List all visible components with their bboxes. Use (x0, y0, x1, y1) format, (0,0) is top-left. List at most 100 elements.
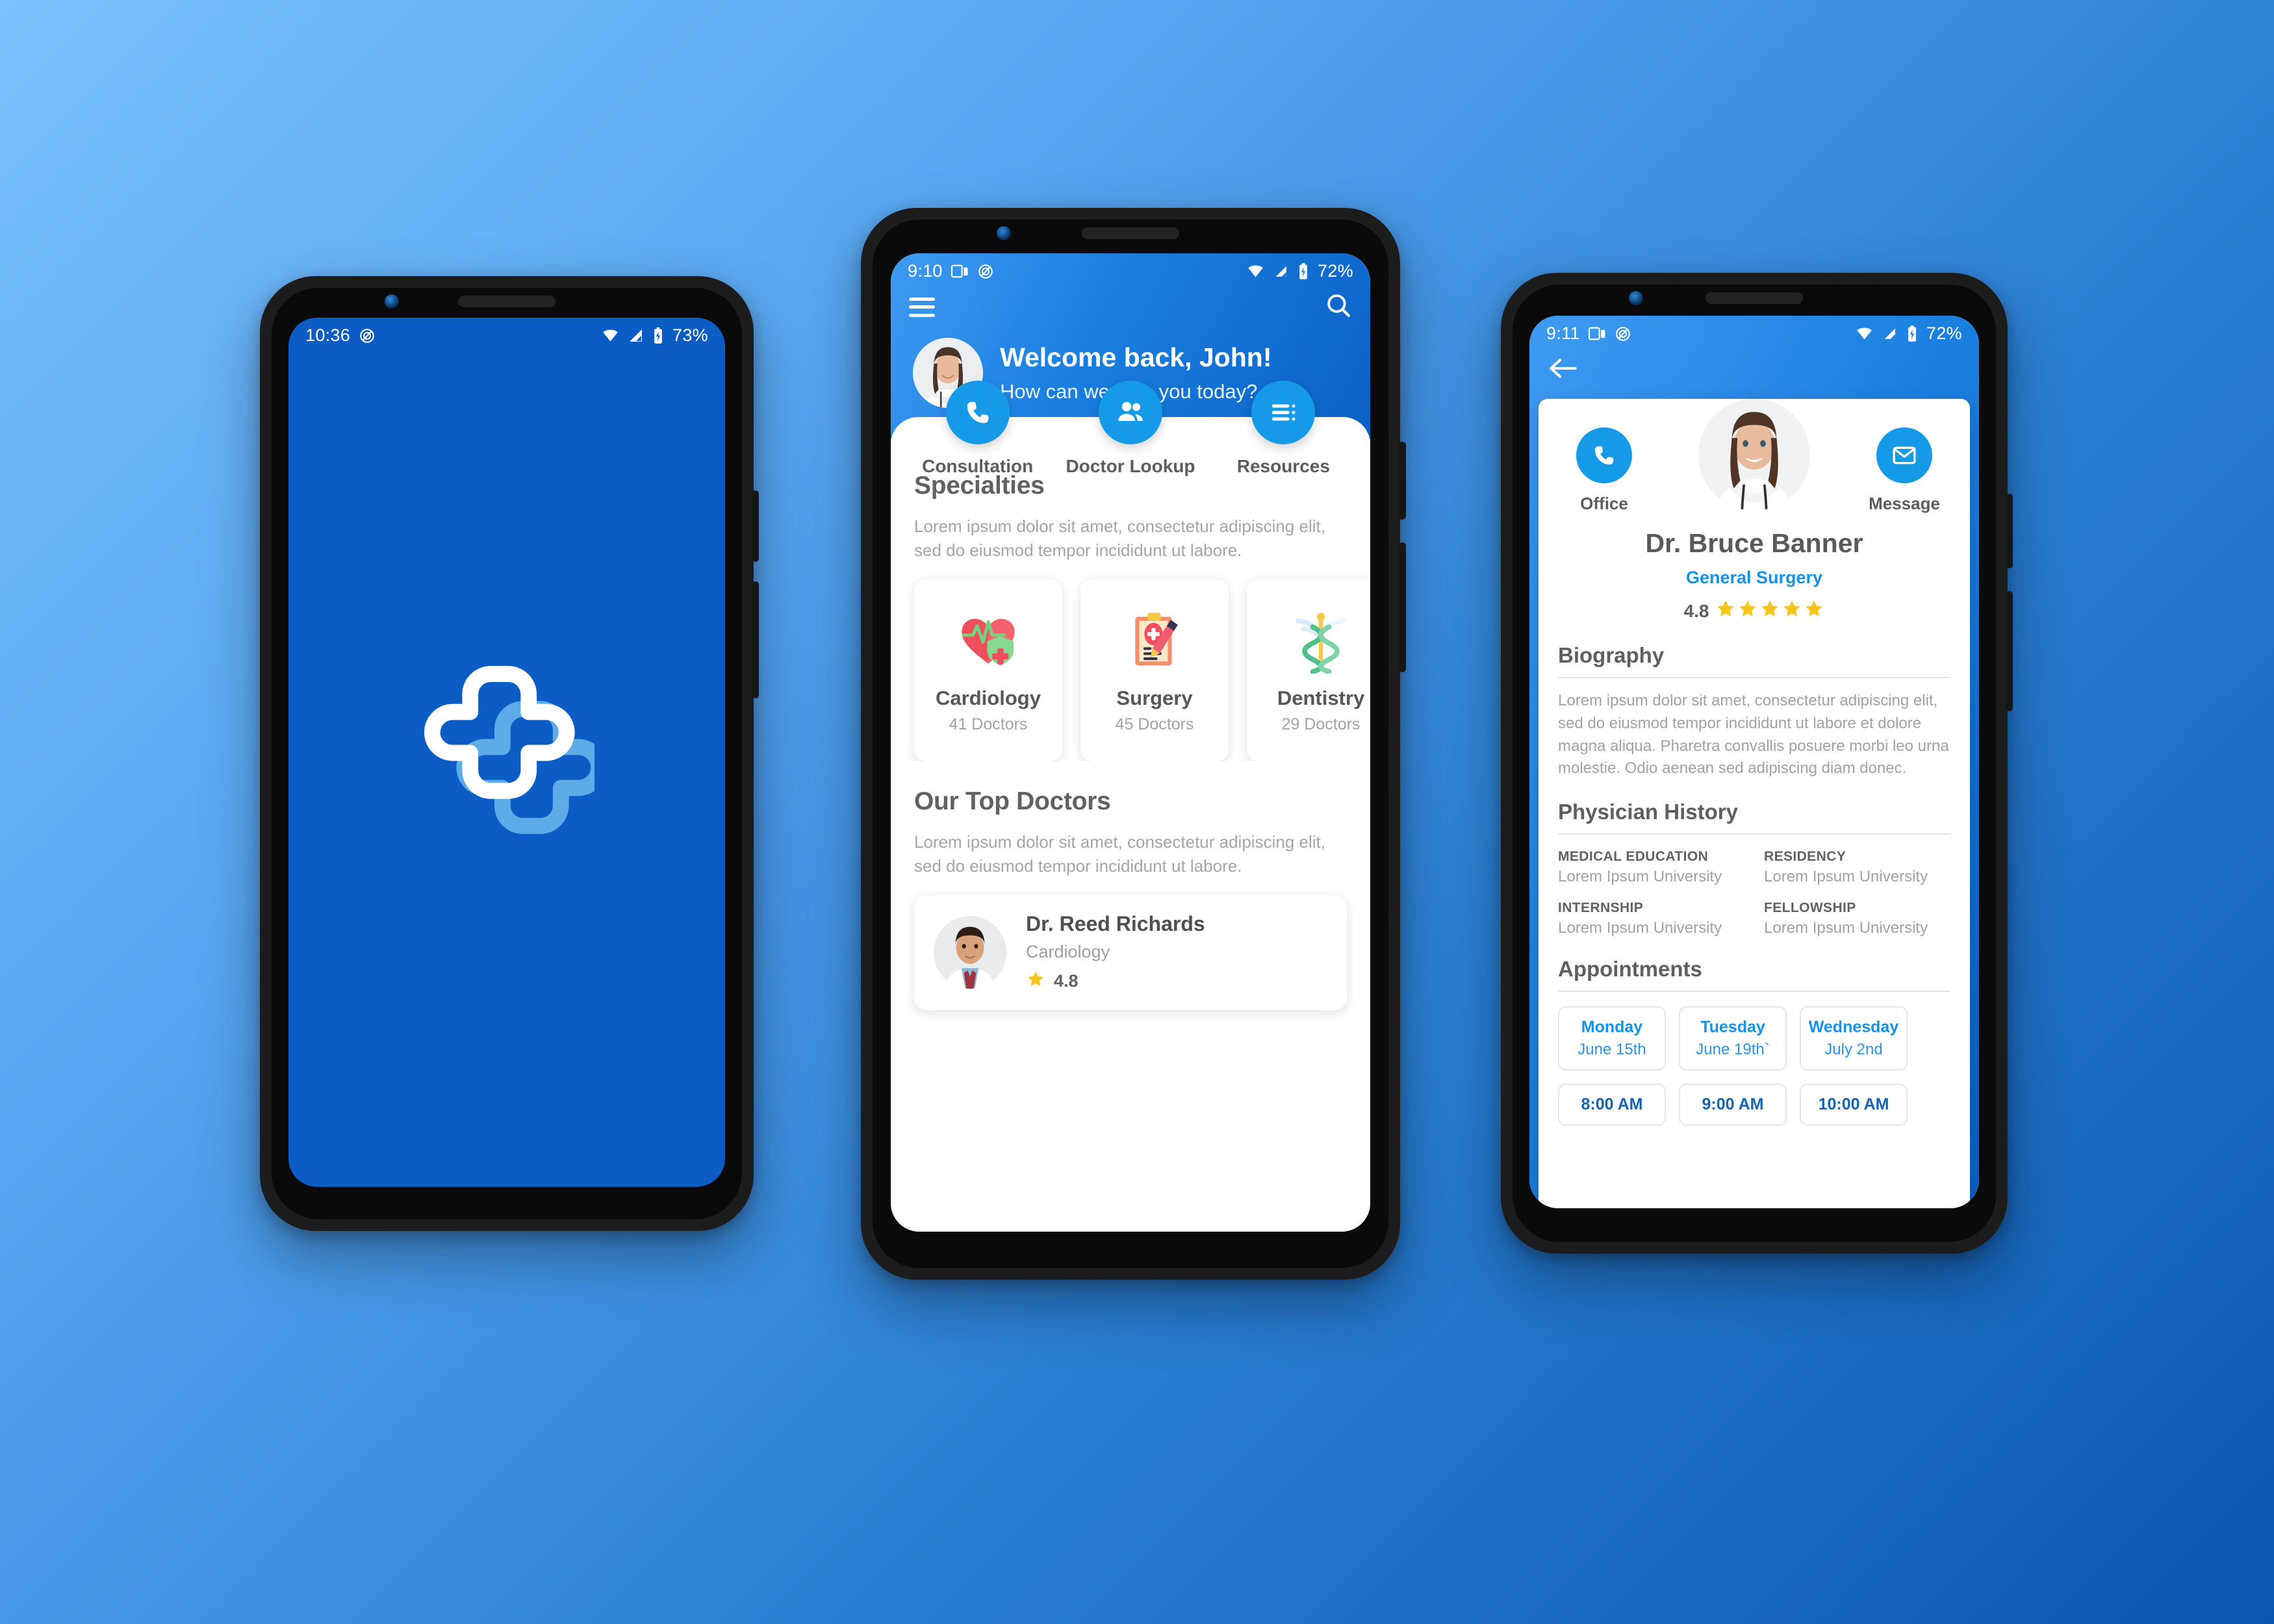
specialty-name: Cardiology (936, 687, 1041, 710)
phone-bezel: 10:36 73% (272, 288, 742, 1219)
star-icon (1715, 598, 1736, 624)
quick-action-label: Consultation (922, 456, 1034, 476)
doctor-list-item[interactable]: Dr. Reed Richards Cardiology 4.8 (914, 894, 1347, 1010)
quick-action-consultation[interactable]: Consultation (902, 381, 1053, 477)
physician-history-grid: MEDICAL EDUCATION Lorem Ipsum University… (1558, 849, 1950, 937)
doctor-rating-value: 4.8 (1683, 600, 1709, 621)
appointment-day-chip[interactable]: Tuesday June 19th` (1679, 1006, 1787, 1071)
quick-actions-wrap: Consultation Doctor Lookup Resources Spe… (891, 381, 1370, 1010)
history-label: FELLOWSHIP (1764, 900, 1856, 916)
specialties-carousel[interactable]: Cardiology 41 Doctors Surgery 45 Doctors… (891, 563, 1370, 761)
phone-device-profile: 9:11 72% Office Message Dr. Bruce Banner… (1501, 273, 2013, 1254)
phone-bezel: 9:10 72% Welcome back, John! How can we … (873, 220, 1388, 1268)
specialty-card[interactable]: Cardiology 41 Doctors (914, 579, 1062, 761)
do-not-disturb-icon (977, 263, 994, 280)
doctor-profile-card: Office Message Dr. Bruce Banner General … (1539, 399, 1970, 1208)
quick-action-label: Resources (1236, 456, 1330, 476)
divider (1558, 677, 1950, 678)
volume-button[interactable] (752, 581, 759, 698)
biography-title: Biography (1558, 643, 1665, 667)
appointment-slot-chip[interactable]: 8:00 AM (1558, 1084, 1666, 1126)
phone-icon[interactable] (1576, 427, 1632, 483)
appointment-day: Wednesday (1808, 1018, 1899, 1037)
hamburger-menu-icon[interactable] (909, 297, 935, 317)
phone-device-home: 9:10 72% Welcome back, John! How can we … (861, 208, 1406, 1280)
volume-button[interactable] (1399, 542, 1406, 672)
signal-icon (1882, 325, 1898, 342)
phone-device-splash: 10:36 73% (260, 276, 759, 1231)
appointment-day-chip[interactable]: Wednesday July 2nd (1800, 1006, 1908, 1071)
history-value: Lorem Ipsum University (1558, 868, 1722, 886)
specialties-section: Specialties Lorem ipsum dolor sit amet, … (891, 465, 1370, 563)
profile-action-label: Message (1869, 494, 1940, 513)
splash-logo-area (288, 318, 725, 1187)
section-title: Our Top Doctors (914, 787, 1111, 815)
specialty-card[interactable]: Surgery 45 Doctors (1080, 579, 1229, 761)
cast-screen-icon (951, 264, 969, 279)
biography-text: Lorem ipsum dolor sit amet, consectetur … (1558, 692, 1949, 778)
star-icon (1782, 598, 1802, 624)
home-screen: 9:10 72% Welcome back, John! How can we … (891, 253, 1370, 1232)
splash-screen: 10:36 73% (288, 318, 725, 1187)
rating-stars (1715, 598, 1824, 624)
power-button[interactable] (2006, 494, 2013, 568)
envelope-icon[interactable] (1876, 427, 1932, 483)
battery-charging-icon (1906, 325, 1918, 342)
doctor-avatar (934, 916, 1006, 989)
history-label: INTERNSHIP (1558, 900, 1644, 916)
phone-icon[interactable] (945, 381, 1010, 444)
profile-action-message[interactable]: Message (1862, 427, 1947, 514)
wifi-icon (1247, 262, 1264, 280)
status-time: 9:10 (908, 261, 943, 281)
specialty-card[interactable]: Dentistry 29 Doctors (1247, 579, 1370, 761)
profile-action-office[interactable]: Office (1562, 427, 1646, 514)
doctor-specialty: General Surgery (1685, 568, 1823, 587)
star-icon (1804, 598, 1824, 624)
history-label: MEDICAL EDUCATION (1558, 849, 1709, 865)
battery-percentage: 72% (1318, 261, 1353, 281)
star-icon (1759, 598, 1780, 624)
history-entry: RESIDENCY Lorem Ipsum University (1764, 849, 1950, 886)
specialty-name: Dentistry (1277, 687, 1365, 710)
history-value: Lorem Ipsum University (1764, 868, 1928, 886)
back-button[interactable] (1529, 348, 1979, 385)
doctor-specialty: Cardiology (1026, 941, 1110, 961)
appointment-slot-time: 8:00 AM (1581, 1095, 1643, 1114)
appointment-slot-chip[interactable]: 10:00 AM (1800, 1084, 1908, 1126)
earpiece-speaker (1082, 227, 1179, 239)
search-icon[interactable] (1325, 292, 1352, 322)
appointment-day: Tuesday (1700, 1018, 1765, 1037)
appointment-days-row[interactable]: Monday June 15th Tuesday June 19th` Wedn… (1558, 1006, 1950, 1071)
appointment-day-chip[interactable]: Monday June 15th (1558, 1006, 1666, 1071)
history-entry: MEDICAL EDUCATION Lorem Ipsum University (1558, 849, 1744, 886)
doctor-name: Dr. Bruce Banner (1645, 528, 1863, 558)
doctor-profile-screen: 9:11 72% Office Message Dr. Bruce Banner… (1529, 316, 1979, 1208)
phone-screen-profile: 9:11 72% Office Message Dr. Bruce Banner… (1529, 316, 1979, 1208)
specialty-name: Surgery (1116, 687, 1193, 710)
app-logo (419, 659, 607, 838)
app-bar (891, 285, 1370, 326)
appointment-slot-time: 10:00 AM (1818, 1095, 1889, 1114)
divider (1558, 833, 1950, 835)
caduceus-icon (1286, 606, 1356, 676)
appointment-slot-chip[interactable]: 9:00 AM (1679, 1084, 1787, 1126)
arrow-back-icon[interactable] (1549, 359, 1578, 384)
volume-button[interactable] (2006, 591, 2013, 711)
quick-action-resources[interactable]: Resources (1208, 381, 1359, 477)
appointment-slot-time: 9:00 AM (1702, 1095, 1764, 1114)
specialty-count: 29 Doctors (1281, 715, 1361, 734)
divider (1558, 991, 1950, 993)
cast-screen-icon (1588, 326, 1606, 342)
people-icon[interactable] (1098, 381, 1162, 444)
power-button[interactable] (1399, 442, 1406, 520)
history-entry: FELLOWSHIP Lorem Ipsum University (1764, 900, 1950, 937)
list-icon[interactable] (1251, 381, 1316, 444)
quick-action-doctor-lookup[interactable]: Doctor Lookup (1055, 381, 1207, 477)
appointment-slots-row[interactable]: 8:00 AM 9:00 AM 10:00 AM (1558, 1084, 1950, 1126)
history-value: Lorem Ipsum University (1764, 919, 1928, 937)
power-button[interactable] (752, 490, 759, 562)
section-description: Lorem ipsum dolor sit amet, consectetur … (914, 516, 1325, 560)
specialty-count: 45 Doctors (1115, 715, 1194, 734)
welcome-greeting: Welcome back, John! (1000, 342, 1272, 373)
quick-action-label: Doctor Lookup (1066, 456, 1195, 476)
